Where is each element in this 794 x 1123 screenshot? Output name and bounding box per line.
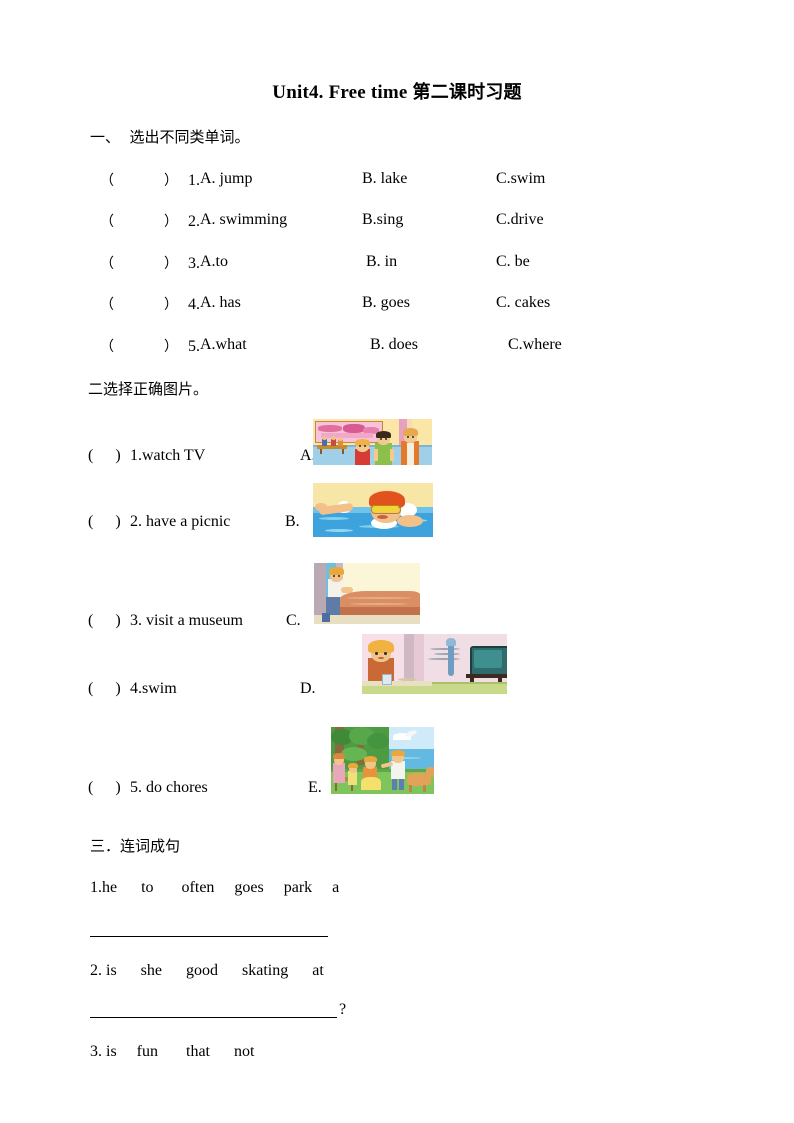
section1-row-4: （） 4. A. has B. goes C. cakes: [100, 294, 760, 316]
answer-bracket-1[interactable]: （）: [100, 170, 188, 190]
page-title: Unit4. Free time 第二课时习题: [0, 78, 794, 104]
answer-bracket-1[interactable]: (): [88, 447, 130, 465]
making-bed-picture: [314, 563, 420, 624]
section1-row-2: （） 2. A. swimming B.sing C.drive: [100, 211, 760, 233]
section2-row-4: () 4.swim D.: [88, 680, 316, 702]
section2-row-2: () 2. have a picnic B.: [88, 513, 300, 535]
question-mark-2: ?: [339, 1001, 347, 1018]
page-title-english: Unit4. Free time: [272, 82, 413, 103]
section3-row-2: 2. is she good skating at: [90, 962, 324, 979]
section1-row-3: （） 3. A.to B. in C. be: [100, 253, 760, 275]
picnic-picture: [331, 727, 434, 794]
option-a[interactable]: A.what: [200, 336, 247, 354]
section-2-heading: 二选择正确图片。: [88, 380, 209, 398]
item-number: 2.: [188, 213, 200, 230]
option-a[interactable]: A. swimming: [200, 211, 287, 229]
answer-bracket-2[interactable]: （）: [100, 211, 188, 231]
option-b[interactable]: B.sing: [362, 211, 403, 229]
item-number: 1.: [188, 172, 200, 189]
item-phrase: swim: [142, 680, 177, 697]
section2-row-5: () 5. do chores E.: [88, 779, 322, 801]
answer-blank-1[interactable]: [90, 936, 328, 937]
option-label-d[interactable]: D.: [300, 680, 316, 698]
section3-row-1: 1.he to often goes park a: [90, 879, 340, 896]
item-number: 2.: [130, 513, 142, 530]
answer-bracket-2[interactable]: (): [88, 513, 130, 531]
section3-row-3: 3. is fun that not: [90, 1043, 255, 1060]
page-title-chinese: 第二课时习题: [412, 82, 522, 103]
option-label-e[interactable]: E.: [308, 779, 322, 797]
section1-row-1: （） 1. A. jump B. lake C.swim: [100, 170, 760, 192]
option-c[interactable]: C. be: [496, 253, 530, 271]
option-b[interactable]: B. in: [366, 253, 397, 271]
option-c[interactable]: C.drive: [496, 211, 544, 229]
section2-row-1: () 1.watch TV A.: [88, 447, 316, 469]
swimming-picture: [313, 483, 433, 537]
answer-bracket-5[interactable]: （）: [100, 336, 188, 356]
answer-blank-2[interactable]: [90, 1017, 337, 1018]
item-number: 5.: [130, 779, 142, 796]
item-number: 5.: [188, 338, 200, 355]
watching-tv-picture: [362, 634, 507, 694]
item-number: 3.: [130, 612, 142, 629]
option-b[interactable]: B. lake: [362, 170, 407, 188]
item-number: 3.: [188, 255, 200, 272]
option-a[interactable]: A. has: [200, 294, 241, 312]
item-number: 4.: [188, 296, 200, 313]
option-c[interactable]: C. cakes: [496, 294, 550, 312]
answer-bracket-4[interactable]: (): [88, 680, 130, 698]
answer-bracket-3[interactable]: (): [88, 612, 130, 630]
section-1-heading: 一、 选出不同类单词。: [90, 128, 250, 146]
section1-row-5: （） 5. A.what B. does C.where: [100, 336, 760, 358]
section-3-heading: 三．连词成句: [90, 837, 181, 855]
answer-bracket-4[interactable]: （）: [100, 294, 188, 314]
section2-row-3: () 3. visit a museum C.: [88, 612, 301, 634]
option-b[interactable]: B. does: [370, 336, 418, 354]
item-number: 1.: [130, 447, 142, 464]
option-c[interactable]: C.swim: [496, 170, 545, 188]
answer-bracket-5[interactable]: (): [88, 779, 130, 797]
option-a[interactable]: A.to: [200, 253, 228, 271]
option-label-b[interactable]: B.: [285, 513, 300, 531]
option-label-c[interactable]: C.: [286, 612, 301, 630]
answer-bracket-3[interactable]: （）: [100, 253, 188, 273]
worksheet-page: Unit4. Free time 第二课时习题 一、 选出不同类单词。 （） 1.…: [0, 0, 794, 1123]
item-number: 4.: [130, 680, 142, 697]
item-phrase: watch TV: [142, 447, 206, 464]
museum-visit-picture: [313, 419, 432, 465]
option-a[interactable]: A. jump: [200, 170, 252, 188]
item-phrase: visit a museum: [142, 612, 243, 629]
option-b[interactable]: B. goes: [362, 294, 410, 312]
option-c[interactable]: C.where: [508, 336, 562, 354]
item-phrase: do chores: [142, 779, 208, 796]
item-phrase: have a picnic: [142, 513, 231, 530]
